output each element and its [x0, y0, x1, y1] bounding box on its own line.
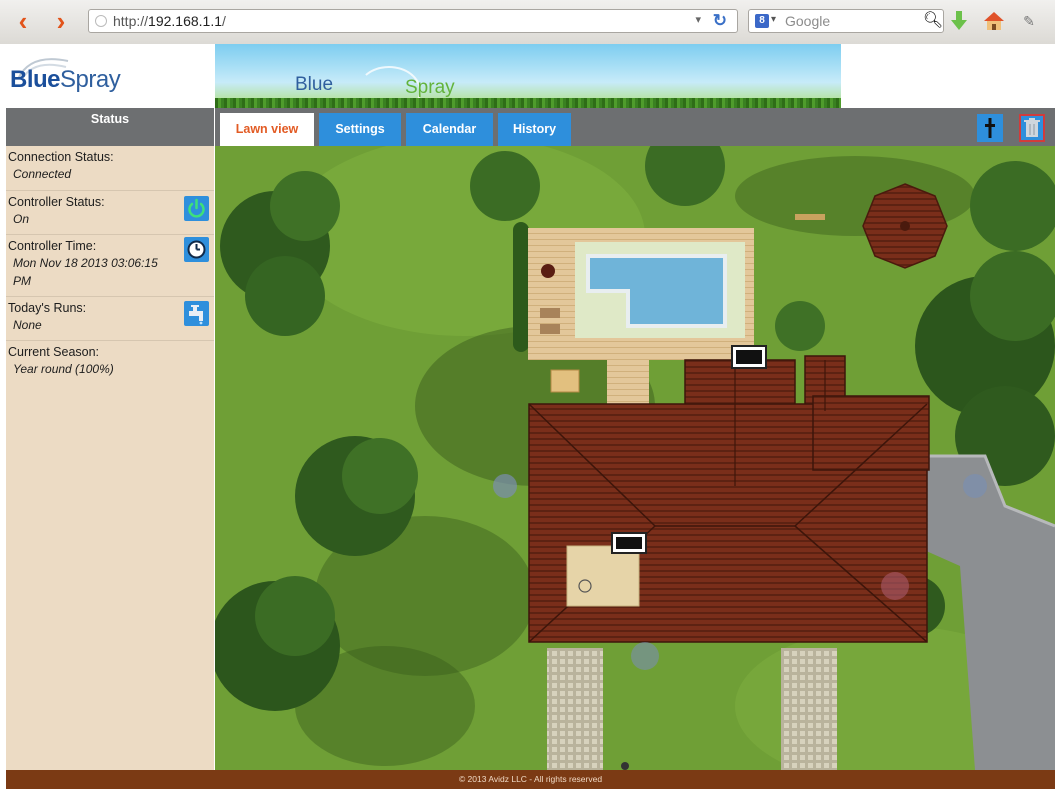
lawn-map[interactable] [215, 146, 1055, 770]
front-walk-right [781, 648, 837, 770]
trash-icon[interactable] [1019, 114, 1045, 142]
addon-icon[interactable]: ✎ [1018, 10, 1040, 32]
tab-bar: Lawn view Settings Calendar History [215, 108, 1055, 146]
controller-time-value: Mon Nov 18 2013 03:06:15 PM [13, 256, 158, 288]
todays-runs-label: Today's Runs: [8, 301, 87, 315]
connection-status-label: Connection Status: [8, 150, 114, 164]
swing-set [795, 214, 825, 220]
controller-time-item: Controller Time: Mon Nov 18 2013 03:06:1… [6, 235, 214, 297]
controller-status-label: Controller Status: [8, 195, 105, 209]
power-icon[interactable] [184, 196, 209, 221]
banner-blue-text: Blue [295, 74, 334, 95]
tab-settings[interactable]: Settings [319, 113, 401, 146]
current-season-label: Current Season: [8, 345, 100, 359]
forward-icon[interactable]: › [50, 8, 72, 34]
copyright-text: © 2013 Avidz LLC - All rights reserved [458, 774, 603, 784]
search-box[interactable]: 8 ▾ Google [748, 9, 944, 33]
controller-time-label: Controller Time: [8, 239, 97, 253]
back-icon[interactable]: ‹ [12, 8, 34, 34]
lawn-view[interactable] [215, 146, 1055, 770]
history-dropdown-icon[interactable]: ▾ [695, 13, 701, 26]
reload-icon[interactable]: ↻ [713, 11, 727, 31]
todays-runs-value: None [13, 318, 42, 332]
connection-status-value: Connected [13, 167, 72, 181]
address-bar[interactable]: http://192.168.1.1/ ▾ ↻ [88, 9, 738, 33]
current-season-value: Year round (100%) [13, 362, 114, 376]
gazebo [862, 183, 948, 269]
current-season-item: Current Season: Year round (100%) [6, 341, 214, 383]
hedge [513, 222, 529, 352]
banner-grass [215, 98, 841, 108]
zone-marker[interactable] [611, 532, 647, 554]
header-right-blank [841, 44, 1055, 108]
tab-calendar[interactable]: Calendar [406, 113, 493, 146]
address-text: http://192.168.1.1/ [113, 13, 226, 29]
site-identity-icon[interactable] [95, 15, 107, 27]
controller-status-value: On [13, 212, 30, 226]
connection-status-item: Connection Status: Connected [6, 146, 214, 191]
tab-lawn-view[interactable]: Lawn view [220, 113, 314, 146]
home-icon[interactable] [983, 10, 1005, 32]
sidebar-title: Status [6, 108, 214, 146]
logo-text: BlueSpray [10, 66, 121, 93]
sprinkler-tool-icon[interactable] [977, 114, 1003, 142]
search-engine-icon[interactable]: 8 [755, 14, 769, 28]
status-sidebar: Status Connection Status: Connected Cont… [6, 108, 214, 770]
search-placeholder: Google [785, 13, 831, 29]
banner-spray-text: Spray [405, 77, 455, 98]
browser-toolbar: ‹ › http://192.168.1.1/ ▾ ↻ 8 ▾ Google 🔍… [0, 0, 1055, 45]
controller-status-item: Controller Status: On [6, 191, 214, 235]
todays-runs-item: Today's Runs: None [6, 297, 214, 341]
search-engine-dropdown-icon[interactable]: ▾ [771, 14, 776, 25]
download-icon[interactable] [948, 10, 970, 32]
header-banner: Blue Spray [215, 44, 841, 108]
zone-marker[interactable] [731, 345, 767, 369]
faucet-icon[interactable] [184, 301, 209, 326]
magnifier-icon[interactable]: 🔍︎ [922, 10, 944, 32]
bluespray-logo[interactable]: BlueSpray [0, 44, 215, 108]
footer: © 2013 Avidz LLC - All rights reserved [6, 770, 1055, 789]
tab-history[interactable]: History [498, 113, 571, 146]
clock-icon[interactable] [184, 237, 209, 262]
front-walk-left [547, 648, 603, 770]
